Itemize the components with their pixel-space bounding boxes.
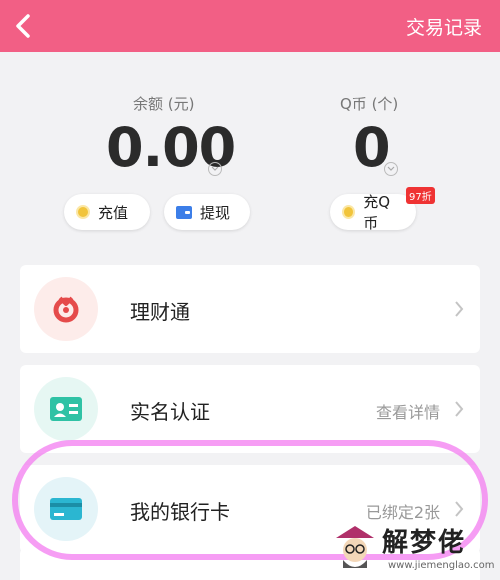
recharge-qcoin-label: 充Q币 xyxy=(363,193,391,232)
transaction-records-link[interactable]: 交易记录 xyxy=(406,13,482,40)
menu-item-title: 理财通 xyxy=(130,300,190,324)
chevron-right-icon xyxy=(454,300,464,322)
recharge-label: 充值 xyxy=(98,203,129,222)
qcoin-chevron-icon[interactable] xyxy=(384,162,398,176)
recharge-qcoin-button[interactable]: 充Q币 xyxy=(330,193,416,232)
coin-icon xyxy=(342,205,356,219)
menu-item-licaitong[interactable]: 理财通 xyxy=(20,265,480,353)
balance-label: 余额 (元) xyxy=(133,95,195,113)
withdraw-label: 提现 xyxy=(200,203,231,222)
qcoin-label: Q币 (个) xyxy=(340,95,399,113)
watermark-url: www.jiemenglao.com xyxy=(388,560,495,571)
bank-card-icon xyxy=(34,477,98,541)
menu-item-title: 实名认证 xyxy=(130,400,210,424)
id-card-icon xyxy=(34,377,98,441)
wallet-icon xyxy=(176,205,192,219)
balance-chevron-icon[interactable] xyxy=(208,162,222,176)
watermark: 解梦佬 www.jiemenglao.com xyxy=(330,518,500,580)
watermark-text: 解梦佬 xyxy=(382,528,467,558)
menu-item-title: 我的银行卡 xyxy=(130,500,230,524)
recharge-button[interactable]: 充值 xyxy=(64,194,150,230)
watermark-logo-icon xyxy=(336,526,374,568)
menu-item-real-name-verification[interactable]: 实名认证 查看详情 xyxy=(20,365,480,453)
menu-item-hint: 查看详情 xyxy=(375,403,440,422)
top-bar: 交易记录 xyxy=(0,0,500,52)
withdraw-button[interactable]: 提现 xyxy=(164,194,250,230)
back-arrow-icon[interactable] xyxy=(8,10,40,42)
discount-badge: 97折 xyxy=(406,187,435,204)
chevron-right-icon xyxy=(454,400,464,422)
coin-icon xyxy=(76,205,90,219)
licaitong-icon xyxy=(34,277,98,341)
